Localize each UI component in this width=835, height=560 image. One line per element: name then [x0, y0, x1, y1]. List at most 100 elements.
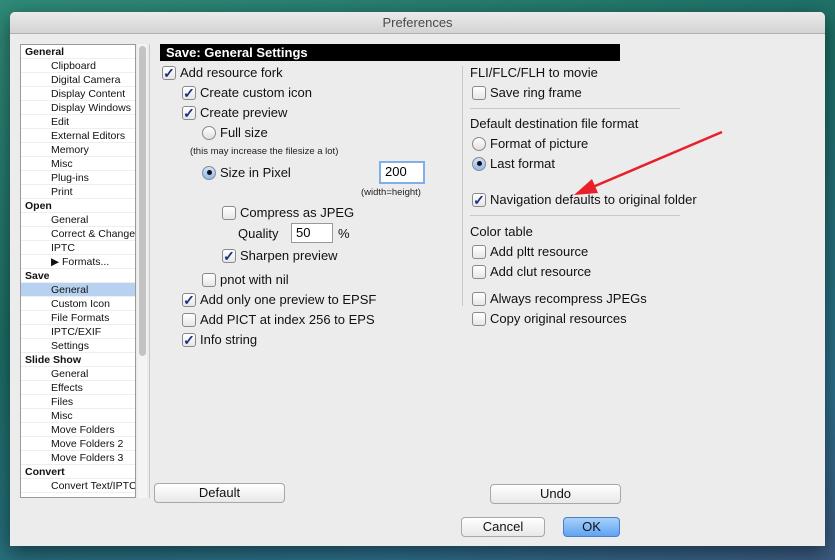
sidebar-item[interactable]: Misc [21, 157, 135, 171]
cancel-button[interactable]: Cancel [461, 517, 545, 537]
sidebar-item[interactable]: Misc [21, 409, 135, 423]
label: Sharpen preview [240, 248, 338, 263]
sidebar-group-header[interactable]: Open [21, 199, 135, 213]
checkbox-icon [472, 291, 486, 306]
label: Always recompress JPEGs [490, 291, 647, 306]
checkbox-icon [472, 264, 486, 279]
checkbox-icon: ✓ [182, 104, 196, 121]
pnot-with-nil-checkbox[interactable]: pnot with nil [202, 272, 289, 287]
sidebar-group-header[interactable]: Slide Show [21, 353, 135, 367]
section-header: Save: General Settings [160, 44, 620, 61]
divider [470, 108, 680, 109]
add-pict-checkbox[interactable]: Add PICT at index 256 to EPS [182, 312, 375, 327]
label: Add clut resource [490, 264, 592, 279]
color-table-heading: Color table [470, 224, 533, 239]
sidebar-item[interactable]: Custom Icon [21, 297, 135, 311]
sidebar-item[interactable]: File Formats [21, 311, 135, 325]
checkbox-icon [202, 272, 216, 287]
undo-button[interactable]: Undo [490, 484, 621, 504]
sidebar-item[interactable]: ▶ Formats... [21, 255, 135, 269]
preferences-window: Preferences General Clipboard Digital Came… [10, 12, 825, 546]
checkbox-icon: ✓ [162, 64, 176, 81]
divider [149, 44, 150, 498]
label: Compress as JPEG [240, 205, 355, 220]
label: Add only one preview to EPSF [200, 292, 377, 307]
sidebar-item[interactable]: Correct & Change [21, 227, 135, 241]
radio-icon [202, 125, 216, 140]
sidebar-item[interactable]: Display Windows [21, 101, 135, 115]
checkbox-icon [472, 311, 486, 326]
sidebar-group-header[interactable]: General [21, 45, 135, 59]
add-resource-fork-checkbox[interactable]: ✓ Add resource fork [162, 65, 283, 80]
radio-icon [202, 165, 216, 180]
default-button[interactable]: Default [154, 483, 285, 503]
label: Size in Pixel [220, 165, 291, 180]
quality-unit: % [338, 226, 350, 241]
sidebar-item[interactable]: Digital Camera [21, 73, 135, 87]
ok-button[interactable]: OK [563, 517, 620, 537]
red-arrow-annotation [574, 130, 723, 195]
sidebar-item[interactable]: Files [21, 395, 135, 409]
sidebar-item[interactable]: Settings [21, 339, 135, 353]
label: Add PICT at index 256 to EPS [200, 312, 375, 327]
create-preview-checkbox[interactable]: ✓ Create preview [182, 105, 287, 120]
sidebar-scrollbar[interactable] [138, 44, 147, 498]
sidebar-item[interactable]: General [21, 213, 135, 227]
label: Add pltt resource [490, 244, 589, 259]
create-custom-icon-checkbox[interactable]: ✓ Create custom icon [182, 85, 312, 100]
checkbox-icon [472, 85, 486, 100]
label: Info string [200, 332, 258, 347]
pixel-note: (width=height) [361, 187, 421, 198]
scrollbar-thumb[interactable] [139, 46, 146, 356]
sidebar-item[interactable]: Move Folders 3 [21, 451, 135, 465]
column-divider [462, 66, 463, 306]
sidebar-group-header[interactable]: Convert [21, 465, 135, 479]
sidebar-item[interactable]: Move Folders [21, 423, 135, 437]
info-string-checkbox[interactable]: ✓ Info string [182, 332, 257, 347]
add-clut-checkbox[interactable]: Add clut resource [472, 264, 591, 279]
sharpen-preview-checkbox[interactable]: ✓ Sharpen preview [222, 248, 338, 263]
label: Add resource fork [180, 65, 283, 80]
pixel-size-input[interactable]: 200 [379, 161, 425, 184]
sidebar-item[interactable]: Move Folders 2 [21, 437, 135, 451]
checkbox-icon: ✓ [182, 84, 196, 101]
checkbox-icon: ✓ [182, 331, 196, 348]
quality-input[interactable]: 50 [291, 223, 333, 243]
sidebar-item[interactable]: External Editors [21, 129, 135, 143]
sidebar-item[interactable]: Convert Text/IPTC [21, 479, 135, 493]
full-size-radio[interactable]: Full size [202, 125, 268, 140]
window-title: Preferences [10, 12, 825, 34]
always-recompress-checkbox[interactable]: Always recompress JPEGs [472, 291, 647, 306]
sidebar-group-header[interactable]: Save [21, 269, 135, 283]
compress-jpeg-checkbox[interactable]: Compress as JPEG [222, 205, 354, 220]
checkbox-icon [182, 312, 196, 327]
size-in-pixel-radio[interactable]: Size in Pixel [202, 165, 291, 180]
label: Create preview [200, 105, 288, 120]
full-size-note: (this may increase the filesize a lot) [190, 146, 339, 157]
sidebar-item[interactable]: Clipboard [21, 59, 135, 73]
sidebar-item[interactable]: General [21, 283, 135, 297]
last-format-radio[interactable]: Last format [472, 156, 555, 171]
add-pltt-checkbox[interactable]: Add pltt resource [472, 244, 588, 259]
one-preview-epsf-checkbox[interactable]: ✓ Add only one preview to EPSF [182, 292, 376, 307]
copy-original-checkbox[interactable]: Copy original resources [472, 311, 627, 326]
sidebar-item[interactable]: Print [21, 185, 135, 199]
sidebar-item[interactable]: Effects [21, 381, 135, 395]
fli-heading: FLI/FLC/FLH to movie [470, 65, 598, 80]
sidebar-item[interactable]: Edit [21, 115, 135, 129]
label: Save ring frame [490, 85, 582, 100]
sidebar-item[interactable]: IPTC [21, 241, 135, 255]
radio-icon [472, 136, 486, 151]
sidebar-item[interactable]: General [21, 367, 135, 381]
sidebar-item[interactable]: Plug-ins [21, 171, 135, 185]
checkbox-icon: ✓ [472, 191, 486, 208]
divider [470, 215, 680, 216]
checkbox-icon: ✓ [182, 291, 196, 308]
sidebar-item[interactable]: Memory [21, 143, 135, 157]
save-ring-frame-checkbox[interactable]: Save ring frame [472, 85, 582, 100]
label: Full size [220, 125, 268, 140]
label: Copy original resources [490, 311, 627, 326]
label: Create custom icon [200, 85, 312, 100]
sidebar-item[interactable]: Display Content [21, 87, 135, 101]
sidebar-item[interactable]: IPTC/EXIF [21, 325, 135, 339]
